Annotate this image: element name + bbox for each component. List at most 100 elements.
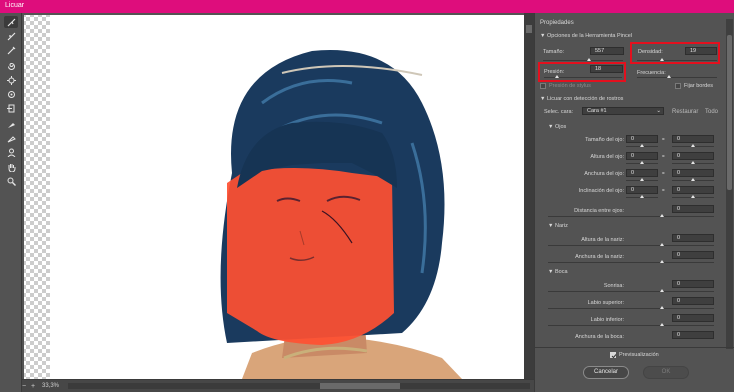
mouth-section-title[interactable]: ▼ Boca [548,269,568,275]
mouth-field[interactable]: 0 [672,314,714,322]
check-icon [611,354,617,359]
size-field[interactable]: 557 [590,47,624,55]
canvas[interactable] [22,13,534,379]
slider-knob[interactable] [640,161,644,164]
slider-knob[interactable] [691,144,695,147]
freeze-mask-icon[interactable] [4,118,18,130]
select-face-label: Selec. cara: [544,109,574,115]
face-section-title[interactable]: ▼ Licuar con detección de rostros [540,96,623,102]
eye-left-field[interactable]: 0 [626,135,658,143]
mouth-slider[interactable] [548,325,714,326]
pressure-field[interactable]: 18 [590,65,623,73]
rate-slider[interactable] [637,77,717,78]
smooth-icon[interactable] [4,44,18,56]
eye-right-field[interactable]: 0 [672,152,714,160]
eye-distance-slider[interactable] [548,216,714,217]
reset-button[interactable]: Restaurar [672,109,698,115]
rate-slider-knob[interactable] [667,75,671,78]
pressure-slider-knob[interactable] [555,75,559,78]
nose-slider[interactable] [548,262,714,263]
tool-bar [0,13,22,392]
cancel-button[interactable]: Cancelar [583,366,629,379]
slider-knob[interactable] [691,195,695,198]
slider-knob[interactable] [691,178,695,181]
warp-icon[interactable] [4,16,18,28]
slider-knob[interactable] [640,144,644,147]
panel-scrollbar[interactable] [726,19,733,349]
select-face-dropdown[interactable]: Cara #1 ⌄ [582,107,664,115]
scroll-thumb[interactable] [727,35,732,190]
scroll-thumb[interactable] [526,25,532,33]
mouth-row-label: Labio superior: [587,300,624,306]
slider-knob[interactable] [691,161,695,164]
horizontal-scrollbar[interactable] [68,383,530,389]
preview-checkbox[interactable] [610,352,617,359]
stylus-pressure-checkbox[interactable] [540,83,546,89]
mouth-slider[interactable] [548,291,714,292]
density-field[interactable]: 19 [685,47,717,55]
select-face-value: Cara #1 [587,108,607,114]
eye-row-label: Inclinación del ojo: [578,188,624,194]
ok-button[interactable]: OK [643,366,689,379]
pucker-icon[interactable] [4,74,18,86]
rate-label: Frecuencia: [637,70,666,76]
mouth-field[interactable]: 0 [672,297,714,305]
density-label: Densidad: [638,49,663,55]
nose-section-title[interactable]: ▼ Nariz [548,223,568,229]
eye-left-field[interactable]: 0 [626,186,658,194]
hand-icon[interactable] [4,161,18,173]
eye-left-field[interactable]: 0 [626,169,658,177]
nose-field[interactable]: 0 [672,234,714,242]
push-left-icon[interactable] [4,102,18,114]
link-icon[interactable]: ⚭ [661,188,666,194]
slider-knob[interactable] [640,178,644,181]
brush-section-title[interactable]: ▼ Opciones de la Herramienta Pincel [540,33,632,39]
size-slider-knob[interactable] [587,58,591,61]
slider-knob[interactable] [660,243,664,246]
mouth-field[interactable]: 0 [672,280,714,288]
panel-title: Propiedades [540,20,574,26]
eye-row-label: Altura del ojo: [590,154,624,160]
size-slider[interactable] [543,60,623,61]
nose-field[interactable]: 0 [672,251,714,259]
thaw-mask-icon[interactable] [4,132,18,144]
portrait-image [22,13,534,379]
slider-knob[interactable] [660,260,664,263]
zoom-out-button[interactable]: − [22,383,26,390]
link-icon[interactable]: ⚭ [661,171,666,177]
eye-right-field[interactable]: 0 [672,169,714,177]
scroll-thumb[interactable] [320,383,400,389]
zoom-in-button[interactable]: + [31,383,35,390]
all-button[interactable]: Todo [705,109,718,115]
nose-slider[interactable] [548,245,714,246]
mouth-row-label: Labio inferior: [590,317,624,323]
twirl-icon[interactable] [4,60,18,72]
mouth-slider[interactable] [548,308,714,309]
link-icon[interactable]: ⚭ [661,154,666,160]
slider-knob[interactable] [660,306,664,309]
zoom-level[interactable]: 33,3% [42,383,59,389]
eye-left-field[interactable]: 0 [626,152,658,160]
pin-edges-checkbox[interactable] [675,83,681,89]
eye-right-field[interactable]: 0 [672,186,714,194]
eye-right-field[interactable]: 0 [672,135,714,143]
face-tool-icon[interactable] [4,146,18,158]
properties-panel: Propiedades ▼ Opciones de la Herramienta… [534,13,734,392]
reconstruct-icon[interactable] [4,30,18,42]
title-bar: Licuar [0,0,734,13]
slider-knob[interactable] [660,323,664,326]
density-slider-knob[interactable] [660,58,664,61]
link-icon[interactable]: ⚭ [661,137,666,143]
canvas-vertical-scrollbar[interactable] [524,13,534,379]
chevron-down-icon: ⌄ [656,108,661,114]
bloat-icon[interactable] [4,88,18,100]
slider-knob[interactable] [640,195,644,198]
nose-row-label: Altura de la nariz: [581,237,624,243]
eye-distance-field[interactable]: 0 [672,205,714,213]
zoom-icon[interactable] [4,175,18,187]
eyes-section-title[interactable]: ▼ Ojos [548,124,566,130]
slider-knob[interactable] [660,289,664,292]
density-slider[interactable] [637,60,717,61]
mouth-field[interactable]: 0 [672,331,714,339]
slider-knob[interactable] [660,214,664,217]
